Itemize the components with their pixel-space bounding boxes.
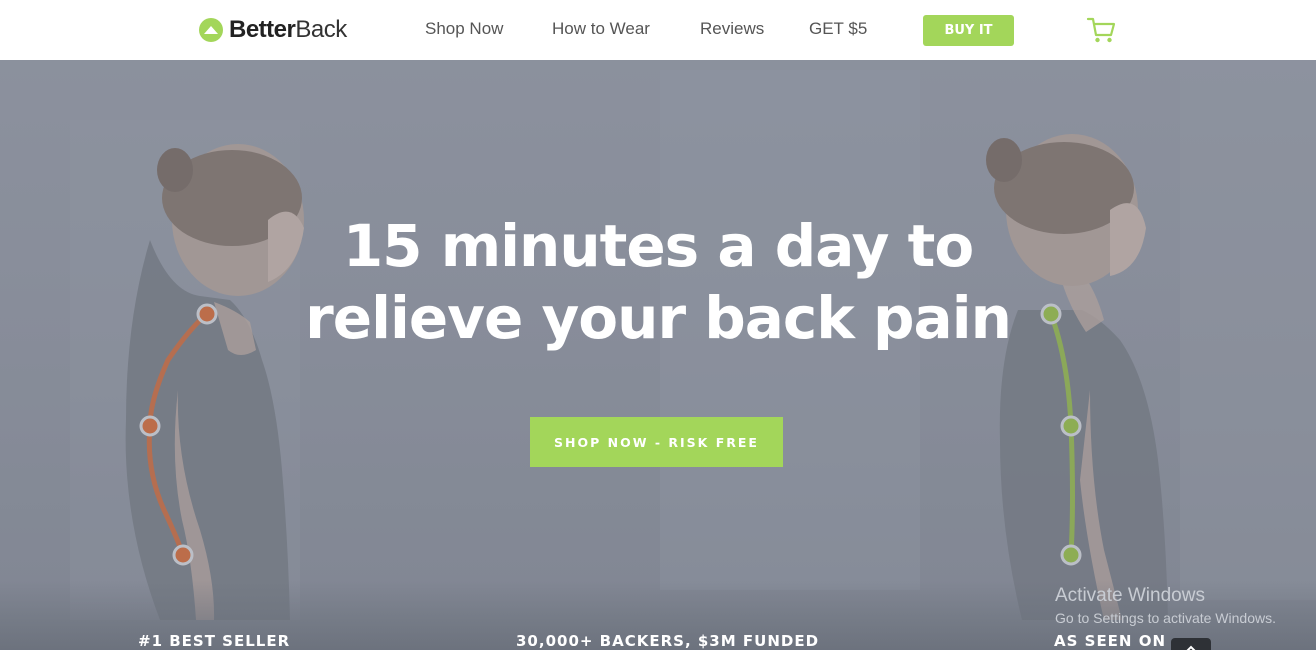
backers-funded-stat: 30,000+ BACKERS, $3M FUNDED <box>516 632 820 650</box>
hero-headline-line-1: 15 minutes a day to <box>342 212 974 280</box>
nav-get-5[interactable]: GET $5 <box>809 19 867 39</box>
logo[interactable]: BetterBack <box>199 16 347 44</box>
windows-activation-watermark-subtitle: Go to Settings to activate Windows. <box>1055 610 1276 626</box>
windows-activation-watermark-title: Activate Windows <box>1055 585 1205 606</box>
hero-section: 15 minutes a day to relieve your back pa… <box>0 60 1316 650</box>
buy-it-button[interactable]: BUY IT <box>923 15 1014 46</box>
best-seller-stat: #1 BEST SELLER <box>138 632 291 650</box>
hero-headline-line-2: relieve your back pain <box>305 284 1012 352</box>
hero-background-image <box>0 60 1316 650</box>
nav-shop-now[interactable]: Shop Now <box>425 19 503 39</box>
shop-now-risk-free-button[interactable]: SHOP NOW - RISK FREE <box>530 417 783 467</box>
site-header: BetterBack Shop Now How to Wear Reviews … <box>0 0 1316 60</box>
chevron-up-icon <box>1186 645 1196 650</box>
logo-mark-icon <box>199 18 223 42</box>
logo-text: BetterBack <box>229 16 347 43</box>
nav-how-to-wear[interactable]: How to Wear <box>552 19 650 39</box>
nav-reviews[interactable]: Reviews <box>700 19 764 39</box>
shopping-cart-icon[interactable] <box>1086 16 1116 44</box>
as-seen-on-stat: AS SEEN ON <box>1054 632 1167 650</box>
scroll-to-top-button[interactable] <box>1171 638 1211 650</box>
hero-headline: 15 minutes a day to relieve your back pa… <box>258 210 1058 354</box>
